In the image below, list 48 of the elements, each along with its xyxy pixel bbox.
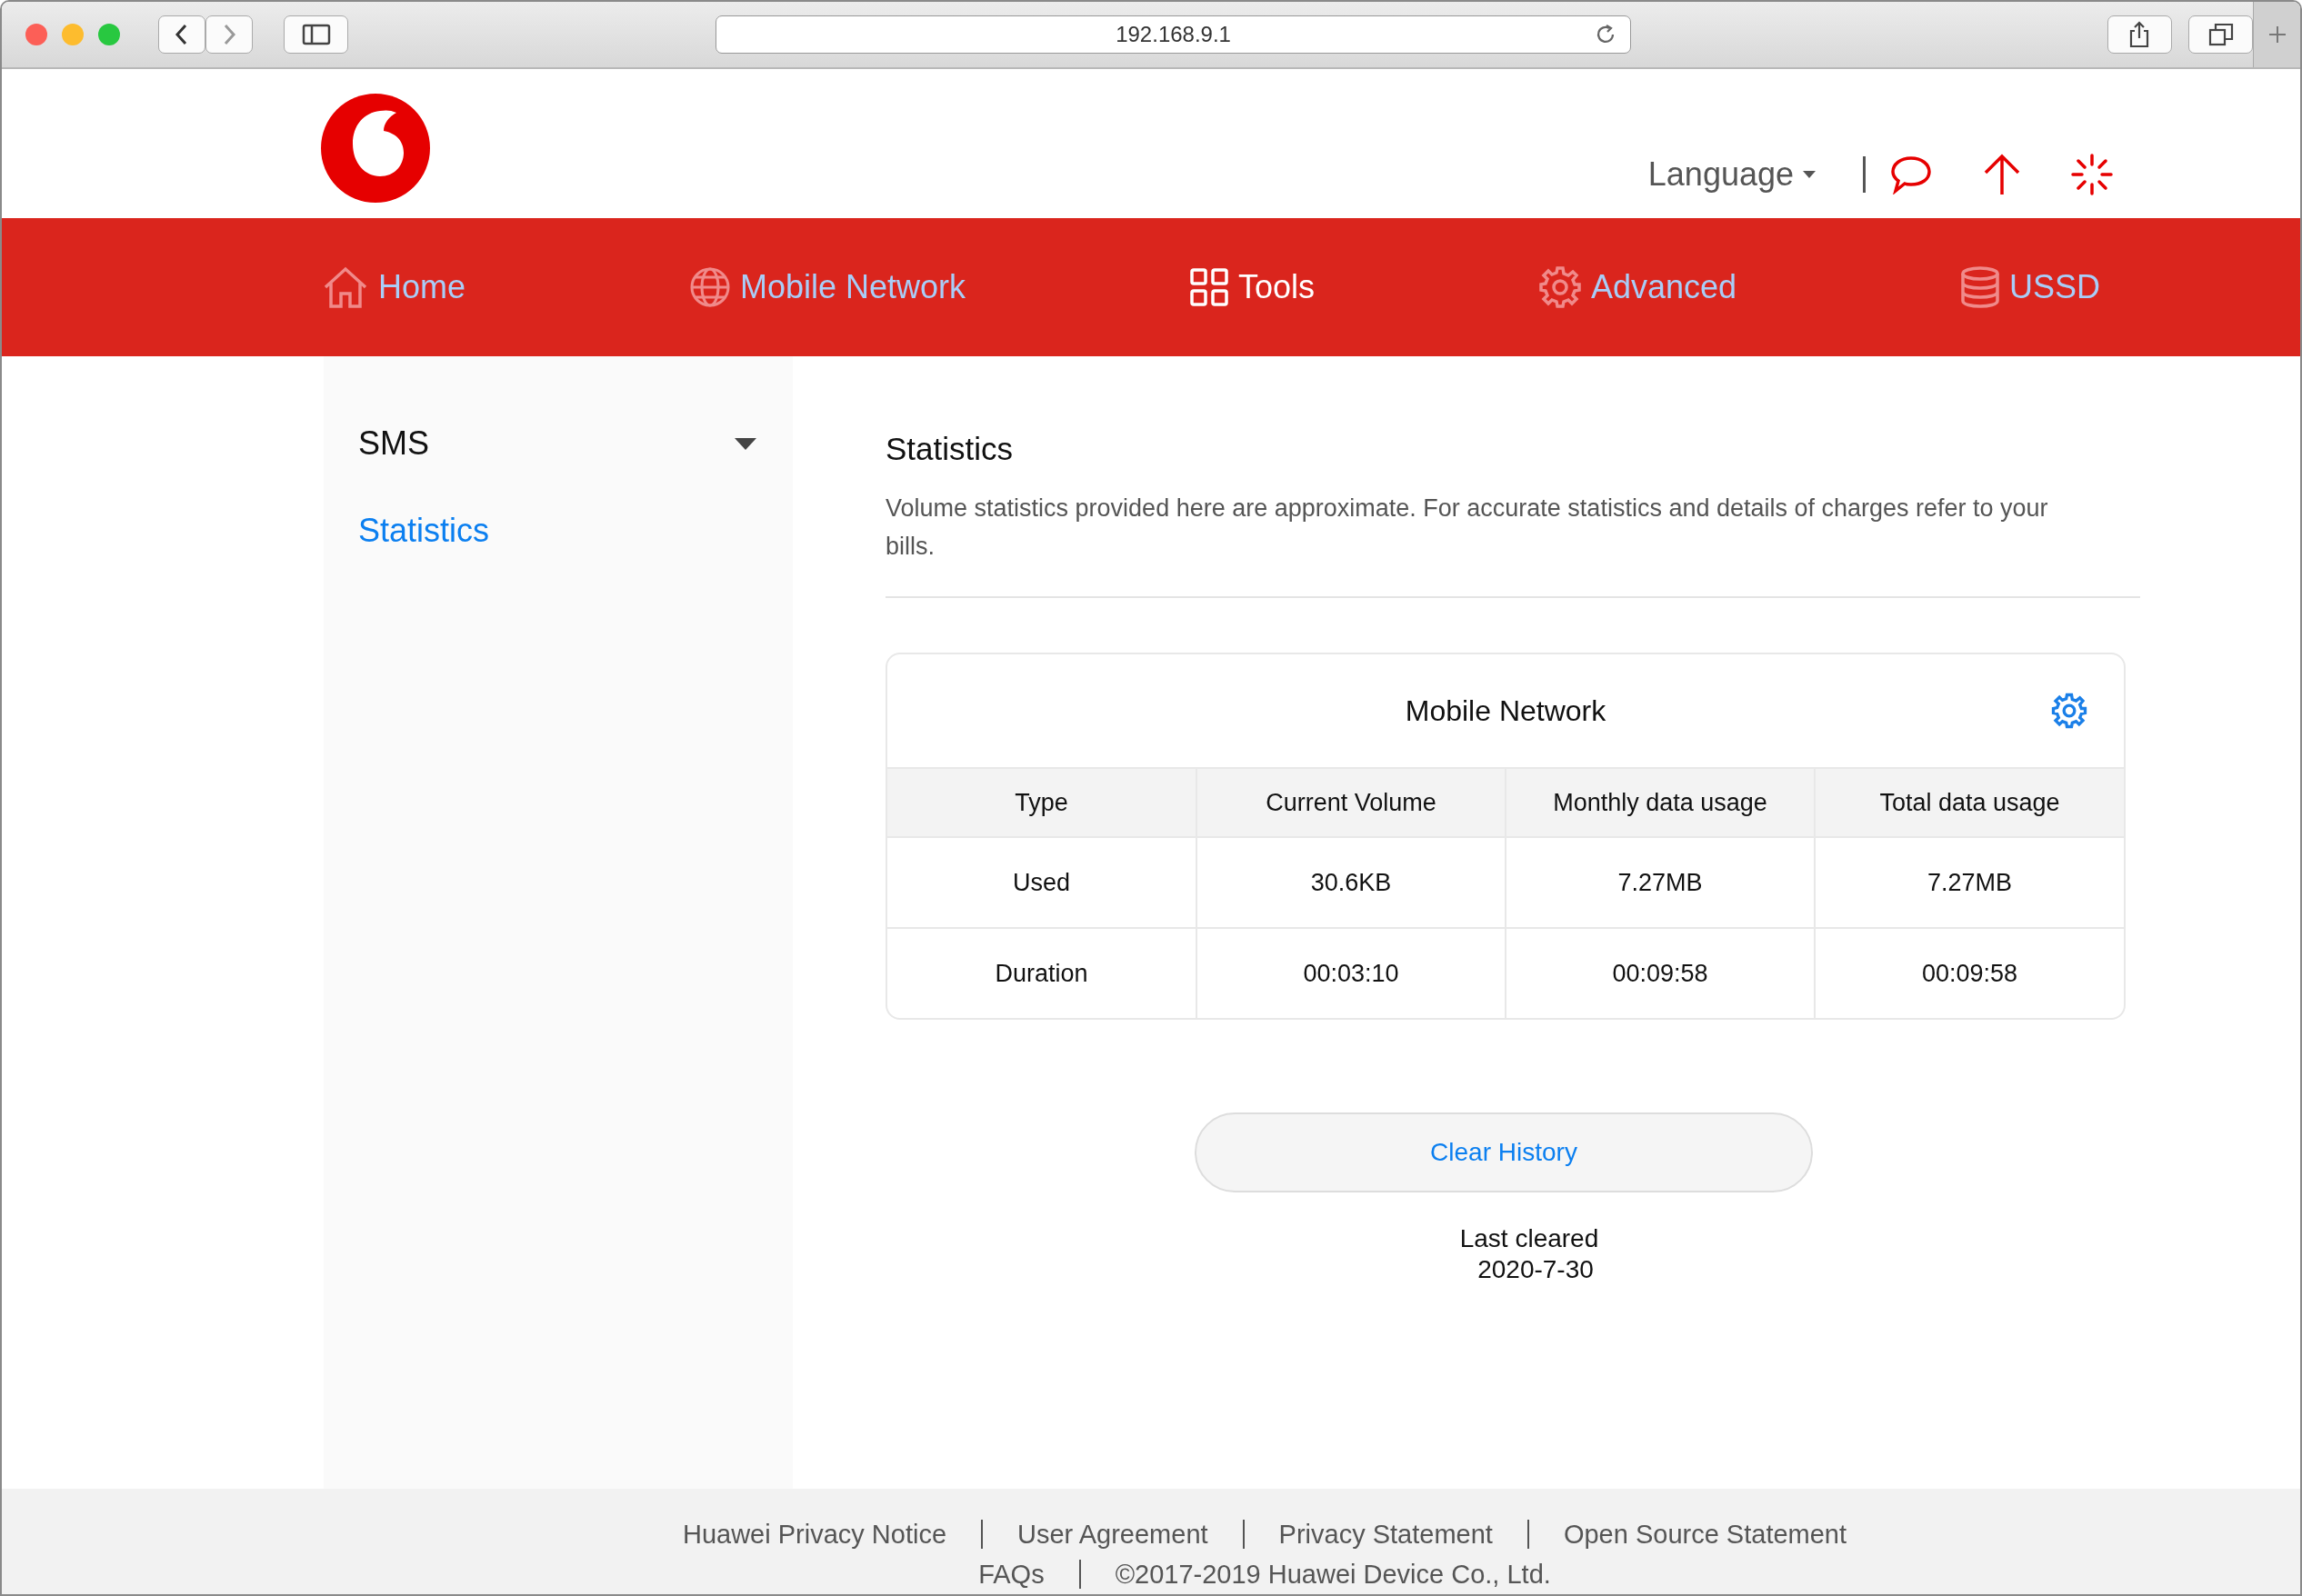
column-header: Type: [887, 769, 1196, 837]
table-cell: 30.6KB: [1196, 837, 1506, 928]
footer-link[interactable]: Huawei Privacy Notice: [682, 1519, 947, 1550]
gear-icon: [1537, 265, 1582, 309]
table-cell: 00:09:58: [1506, 928, 1815, 1018]
faq-link[interactable]: FAQs: [978, 1559, 1045, 1590]
table-cell: 00:03:10: [1196, 928, 1506, 1018]
language-dropdown[interactable]: Language: [1647, 155, 1816, 194]
column-header: Total data usage: [1815, 769, 2124, 837]
column-header: Current Volume: [1196, 769, 1506, 837]
caret-icon: [1803, 171, 1816, 178]
database-icon: [1959, 265, 2000, 309]
column-header: Monthly data usage: [1506, 769, 1815, 837]
clear-history-button[interactable]: Clear History: [1195, 1112, 1813, 1192]
caret-icon: [735, 437, 756, 450]
address-bar[interactable]: 192.168.9.1: [716, 15, 1631, 54]
table-cell: 7.27MB: [1815, 837, 2124, 928]
sidebar-menu-group[interactable]: SMS: [324, 409, 793, 478]
table-cell: 00:09:58: [1815, 928, 2124, 1018]
table-cell: Duration: [887, 928, 1196, 1018]
plus-icon: [2267, 25, 2287, 45]
footer-link[interactable]: Open Source Statement: [1563, 1519, 1847, 1550]
footer-link[interactable]: User Agreement: [1017, 1519, 1208, 1550]
page-description: Volume statistics provided here are approximate. For accurate statistics and details of charges refer to your bills.: [886, 494, 2049, 562]
settings-icon[interactable]: [2051, 693, 2087, 729]
loading-spinner-icon[interactable]: [2071, 154, 2113, 195]
sidebar-item[interactable]: Statistics: [324, 496, 793, 565]
last-cleared-label: Last cleared: [1459, 1223, 1599, 1254]
speech-bubble-icon[interactable]: [1889, 155, 1933, 195]
back-button[interactable]: [158, 15, 205, 54]
sidebar-icon: [301, 24, 331, 45]
close-window-button[interactable]: [25, 24, 47, 45]
last-cleared-date: 2020-7-30: [1476, 1254, 1594, 1285]
home-icon: [322, 265, 369, 309]
table-cell: Used: [887, 837, 1196, 928]
logo-icon[interactable]: [320, 93, 431, 204]
copyright-text: ©2017-2019 Huawei Device Co., Ltd.: [1115, 1559, 1551, 1590]
card-title: Mobile Network: [1405, 693, 1606, 728]
share-button[interactable]: [2107, 15, 2173, 54]
tabs-button[interactable]: [2188, 15, 2254, 54]
nav-tab[interactable]: Tools: [1188, 267, 1315, 307]
table-cell: 7.27MB: [1506, 837, 1815, 928]
grid-icon: [1188, 267, 1229, 307]
globe-icon: [688, 266, 731, 308]
tabs-icon: [2207, 23, 2234, 46]
footer-link[interactable]: Privacy Statement: [1278, 1519, 1493, 1550]
sidebar-toggle-button[interactable]: [284, 15, 349, 54]
page-title: Statistics: [886, 431, 1015, 467]
